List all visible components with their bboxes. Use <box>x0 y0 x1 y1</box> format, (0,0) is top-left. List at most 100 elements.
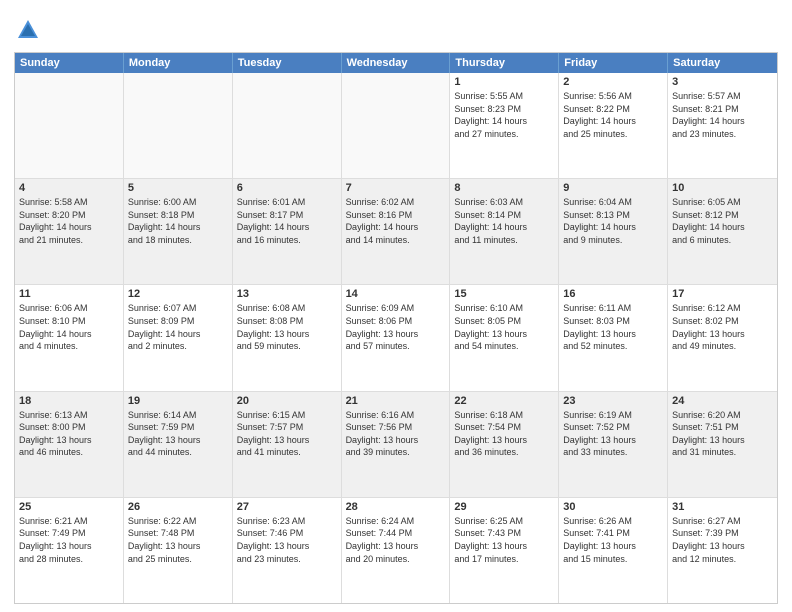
calendar-cell: 15 Sunrise: 6:10 AM Sunset: 8:05 PM Dayli… <box>450 285 559 390</box>
cell-info: Sunrise: 6:01 AM Sunset: 8:17 PM Dayligh… <box>237 196 337 246</box>
day-number: 3 <box>672 76 773 88</box>
cell-info: Sunrise: 6:12 AM Sunset: 8:02 PM Dayligh… <box>672 302 773 352</box>
day-number: 23 <box>563 395 663 407</box>
calendar-cell: 27 Sunrise: 6:23 AM Sunset: 7:46 PM Dayli… <box>233 498 342 603</box>
day-number: 19 <box>128 395 228 407</box>
calendar-cell: 2 Sunrise: 5:56 AM Sunset: 8:22 PM Daylig… <box>559 73 668 178</box>
day-number: 9 <box>563 182 663 194</box>
cell-info: Sunrise: 6:13 AM Sunset: 8:00 PM Dayligh… <box>19 409 119 459</box>
day-number: 16 <box>563 288 663 300</box>
calendar-cell: 18 Sunrise: 6:13 AM Sunset: 8:00 PM Dayli… <box>15 392 124 497</box>
calendar-cell: 3 Sunrise: 5:57 AM Sunset: 8:21 PM Daylig… <box>668 73 777 178</box>
cell-info: Sunrise: 6:26 AM Sunset: 7:41 PM Dayligh… <box>563 515 663 565</box>
day-number: 18 <box>19 395 119 407</box>
header-day: Monday <box>124 53 233 73</box>
calendar-row: 11 Sunrise: 6:06 AM Sunset: 8:10 PM Dayli… <box>15 284 777 390</box>
cell-info: Sunrise: 6:06 AM Sunset: 8:10 PM Dayligh… <box>19 302 119 352</box>
calendar-cell: 19Sunrise: 6:14 AM Sunset: 7:59 PM Dayli… <box>124 392 233 497</box>
day-number: 14 <box>346 288 446 300</box>
calendar-cell: 31 Sunrise: 6:27 AM Sunset: 7:39 PM Dayli… <box>668 498 777 603</box>
calendar-cell: 21 Sunrise: 6:16 AM Sunset: 7:56 PM Dayli… <box>342 392 451 497</box>
cell-info: Sunrise: 6:04 AM Sunset: 8:13 PM Dayligh… <box>563 196 663 246</box>
calendar-cell: 26 Sunrise: 6:22 AM Sunset: 7:48 PM Dayli… <box>124 498 233 603</box>
calendar-row: 4 Sunrise: 5:58 AM Sunset: 8:20 PM Daylig… <box>15 178 777 284</box>
cell-info: Sunrise: 6:19 AM Sunset: 7:52 PM Dayligh… <box>563 409 663 459</box>
day-number: 26 <box>128 501 228 513</box>
day-number: 5 <box>128 182 228 194</box>
calendar-cell: 11 Sunrise: 6:06 AM Sunset: 8:10 PM Dayli… <box>15 285 124 390</box>
calendar-cell: 14Sunrise: 6:09 AM Sunset: 8:06 PM Dayli… <box>342 285 451 390</box>
day-number: 15 <box>454 288 554 300</box>
calendar-header: SundayMondayTuesdayWednesdayThursdayFrid… <box>15 53 777 73</box>
calendar-cell: 28 Sunrise: 6:24 AM Sunset: 7:44 PM Dayli… <box>342 498 451 603</box>
cell-info: Sunrise: 6:21 AM Sunset: 7:49 PM Dayligh… <box>19 515 119 565</box>
calendar-cell: 1Sunrise: 5:55 AM Sunset: 8:23 PM Daylig… <box>450 73 559 178</box>
day-number: 30 <box>563 501 663 513</box>
calendar-body: 1Sunrise: 5:55 AM Sunset: 8:23 PM Daylig… <box>15 73 777 603</box>
cell-info: Sunrise: 6:25 AM Sunset: 7:43 PM Dayligh… <box>454 515 554 565</box>
header-day: Sunday <box>15 53 124 73</box>
cell-info: Sunrise: 6:24 AM Sunset: 7:44 PM Dayligh… <box>346 515 446 565</box>
calendar-cell: 9 Sunrise: 6:04 AM Sunset: 8:13 PM Daylig… <box>559 179 668 284</box>
cell-info: Sunrise: 6:00 AM Sunset: 8:18 PM Dayligh… <box>128 196 228 246</box>
cell-info: Sunrise: 6:11 AM Sunset: 8:03 PM Dayligh… <box>563 302 663 352</box>
day-number: 12 <box>128 288 228 300</box>
calendar-cell: 7 Sunrise: 6:02 AM Sunset: 8:16 PM Daylig… <box>342 179 451 284</box>
calendar-cell: 8Sunrise: 6:03 AM Sunset: 8:14 PM Daylig… <box>450 179 559 284</box>
calendar-cell: 12Sunrise: 6:07 AM Sunset: 8:09 PM Dayli… <box>124 285 233 390</box>
header-day: Thursday <box>450 53 559 73</box>
calendar-cell: 30 Sunrise: 6:26 AM Sunset: 7:41 PM Dayli… <box>559 498 668 603</box>
calendar-cell: 20 Sunrise: 6:15 AM Sunset: 7:57 PM Dayli… <box>233 392 342 497</box>
day-number: 27 <box>237 501 337 513</box>
day-number: 17 <box>672 288 773 300</box>
calendar-cell <box>342 73 451 178</box>
calendar-cell: 6 Sunrise: 6:01 AM Sunset: 8:17 PM Daylig… <box>233 179 342 284</box>
cell-info: Sunrise: 5:57 AM Sunset: 8:21 PM Dayligh… <box>672 90 773 140</box>
day-number: 6 <box>237 182 337 194</box>
day-number: 20 <box>237 395 337 407</box>
calendar-cell: 5 Sunrise: 6:00 AM Sunset: 8:18 PM Daylig… <box>124 179 233 284</box>
day-number: 22 <box>454 395 554 407</box>
calendar-cell: 13Sunrise: 6:08 AM Sunset: 8:08 PM Dayli… <box>233 285 342 390</box>
header-day: Wednesday <box>342 53 451 73</box>
header <box>14 12 778 44</box>
calendar-cell: 24Sunrise: 6:20 AM Sunset: 7:51 PM Dayli… <box>668 392 777 497</box>
day-number: 21 <box>346 395 446 407</box>
page-container: SundayMondayTuesdayWednesdayThursdayFrid… <box>0 0 792 612</box>
calendar-cell <box>233 73 342 178</box>
cell-info: Sunrise: 6:18 AM Sunset: 7:54 PM Dayligh… <box>454 409 554 459</box>
day-number: 8 <box>454 182 554 194</box>
cell-info: Sunrise: 6:10 AM Sunset: 8:05 PM Dayligh… <box>454 302 554 352</box>
cell-info: Sunrise: 6:16 AM Sunset: 7:56 PM Dayligh… <box>346 409 446 459</box>
cell-info: Sunrise: 6:02 AM Sunset: 8:16 PM Dayligh… <box>346 196 446 246</box>
day-number: 13 <box>237 288 337 300</box>
calendar-cell <box>124 73 233 178</box>
day-number: 4 <box>19 182 119 194</box>
calendar-cell: 10Sunrise: 6:05 AM Sunset: 8:12 PM Dayli… <box>668 179 777 284</box>
day-number: 29 <box>454 501 554 513</box>
day-number: 31 <box>672 501 773 513</box>
calendar-cell: 29 Sunrise: 6:25 AM Sunset: 7:43 PM Dayli… <box>450 498 559 603</box>
cell-info: Sunrise: 6:15 AM Sunset: 7:57 PM Dayligh… <box>237 409 337 459</box>
header-day: Saturday <box>668 53 777 73</box>
cell-info: Sunrise: 6:05 AM Sunset: 8:12 PM Dayligh… <box>672 196 773 246</box>
header-day: Friday <box>559 53 668 73</box>
day-number: 7 <box>346 182 446 194</box>
calendar-cell: 25Sunrise: 6:21 AM Sunset: 7:49 PM Dayli… <box>15 498 124 603</box>
calendar: SundayMondayTuesdayWednesdayThursdayFrid… <box>14 52 778 604</box>
cell-info: Sunrise: 6:23 AM Sunset: 7:46 PM Dayligh… <box>237 515 337 565</box>
header-day: Tuesday <box>233 53 342 73</box>
logo <box>14 16 44 44</box>
cell-info: Sunrise: 6:27 AM Sunset: 7:39 PM Dayligh… <box>672 515 773 565</box>
day-number: 2 <box>563 76 663 88</box>
cell-info: Sunrise: 6:22 AM Sunset: 7:48 PM Dayligh… <box>128 515 228 565</box>
calendar-cell: 22 Sunrise: 6:18 AM Sunset: 7:54 PM Dayli… <box>450 392 559 497</box>
cell-info: Sunrise: 5:58 AM Sunset: 8:20 PM Dayligh… <box>19 196 119 246</box>
cell-info: Sunrise: 5:56 AM Sunset: 8:22 PM Dayligh… <box>563 90 663 140</box>
day-number: 28 <box>346 501 446 513</box>
calendar-row: 18 Sunrise: 6:13 AM Sunset: 8:00 PM Dayli… <box>15 391 777 497</box>
calendar-cell: 23 Sunrise: 6:19 AM Sunset: 7:52 PM Dayli… <box>559 392 668 497</box>
day-number: 11 <box>19 288 119 300</box>
calendar-row: 25Sunrise: 6:21 AM Sunset: 7:49 PM Dayli… <box>15 497 777 603</box>
cell-info: Sunrise: 5:55 AM Sunset: 8:23 PM Dayligh… <box>454 90 554 140</box>
